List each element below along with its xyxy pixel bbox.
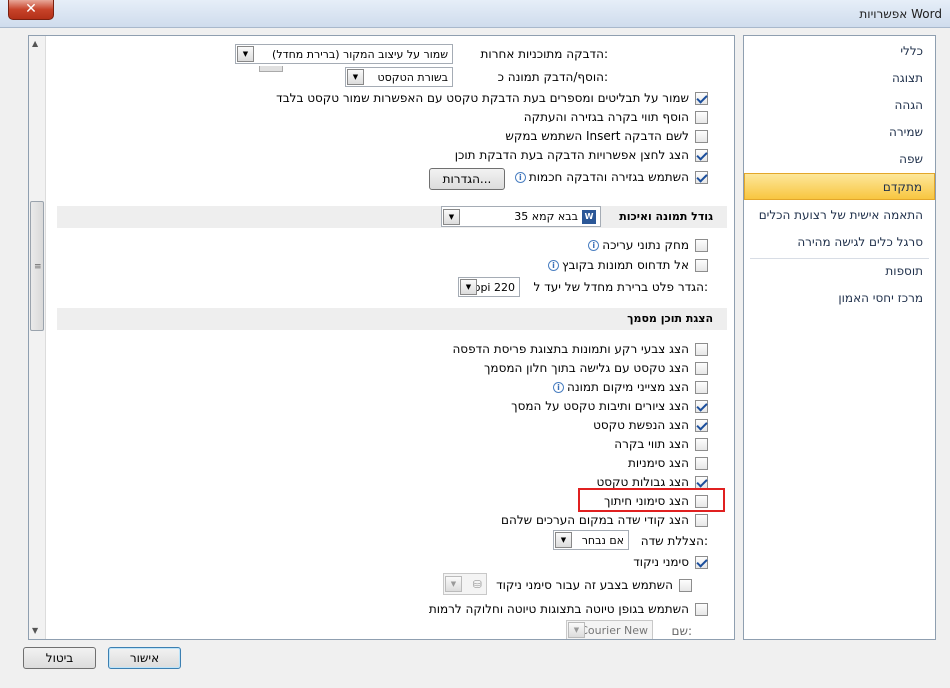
close-button[interactable]: ✕ <box>8 0 54 20</box>
clipped-control <box>259 66 283 72</box>
scroll-up-icon[interactable]: ▲ <box>32 39 38 48</box>
checkbox[interactable] <box>695 399 708 413</box>
sidebar-item-addins[interactable]: תוספות <box>744 258 935 285</box>
checkbox[interactable] <box>695 238 708 252</box>
checkbox[interactable] <box>695 361 708 375</box>
grip-icon: ≡ <box>34 262 42 272</box>
ok-button[interactable]: אישור <box>108 647 181 669</box>
no-compress-option[interactable]: אל תדחוס תמונות בקובץ i <box>547 256 708 274</box>
checkbox[interactable] <box>695 555 708 569</box>
paste-other-programs-label: הדבקה מתוכניות אחרות: <box>480 47 608 61</box>
insert-key-option[interactable]: השתמש במקש Insert לשם הדבקה <box>505 127 708 145</box>
text-wrap-option[interactable]: הצג טקסט עם גלישה בתוך חלון המסמך <box>484 359 708 377</box>
advanced-options-panel: ▲ ≡ ▼ הדבקה מתוכניות אחרות: שמור על עיצו… <box>28 35 735 640</box>
word-document-icon: W <box>582 209 596 224</box>
sidebar-item-proofing[interactable]: הגהה <box>744 92 935 119</box>
checkbox[interactable] <box>695 475 708 489</box>
discard-editing-option[interactable]: מחק נתוני עריכה i <box>588 236 708 254</box>
chevron-down-icon: ▼ <box>555 532 572 548</box>
checkbox[interactable] <box>695 342 708 356</box>
target-output-label: הגדר פלט ברירת מחדל של יעד ל: <box>533 280 708 294</box>
sidebar-item-save[interactable]: שמירה <box>744 119 935 146</box>
checkbox[interactable] <box>695 91 708 105</box>
bookmarks-option[interactable]: הצג סימניות <box>628 454 708 472</box>
insert-picture-label: הוסף/הדבק תמונה כ: <box>497 70 608 84</box>
checkbox[interactable] <box>695 258 708 272</box>
annotation-highlight-box <box>578 488 725 512</box>
checkbox[interactable] <box>695 437 708 451</box>
sidebar-item-advanced[interactable]: מתקדם <box>744 173 935 200</box>
image-size-section-header: גודל תמונה ואיכות <box>57 206 727 228</box>
bg-colors-option[interactable]: הצג צבעי רקע ותמונות בתצוגת פריסת הדפסה <box>452 340 708 358</box>
vertical-scrollbar[interactable]: ▲ ≡ ▼ <box>29 36 46 639</box>
info-icon[interactable]: i <box>552 381 564 393</box>
sidebar-item-customize-ribbon[interactable]: התאמה אישית של רצועת הכלים <box>744 202 935 229</box>
chevron-down-icon: ▼ <box>445 576 462 592</box>
close-icon: ✕ <box>25 1 37 17</box>
chevron-down-icon: ▼ <box>568 622 585 638</box>
chevron-down-icon: ▼ <box>347 69 364 85</box>
control-chars-option[interactable]: הצג תווי בקרה <box>614 435 708 453</box>
window-title: אפשרויות Word <box>859 7 942 21</box>
insert-picture-select[interactable]: בשורת הטקסט ▼ <box>345 67 453 87</box>
title-bar: ✕ אפשרויות Word <box>0 0 950 28</box>
checkbox[interactable] <box>695 148 708 162</box>
options-sidebar: כללי תצוגה הגהה שמירה שפה מתקדם התאמה אי… <box>743 35 936 640</box>
chevron-down-icon: ▼ <box>460 279 477 295</box>
show-paste-options-option[interactable]: הצג לחצן אפשרויות הדבקה בעת הדבקת תוכן <box>455 146 708 164</box>
info-icon[interactable]: i <box>588 239 600 251</box>
checkbox[interactable] <box>695 418 708 432</box>
draft-font-option[interactable]: השתמש בגופן טיוטה בתצוגות טיוטה וחלוקה ל… <box>429 600 708 618</box>
doc-content-section-header: הצגת תוכן מסמך <box>57 308 727 330</box>
nikud-marks-option[interactable]: סימני ניקוד <box>633 553 708 571</box>
add-clipboard-option[interactable]: הוסף תווי בקרה בגזירה והעתקה <box>524 108 708 126</box>
font-name-label: שם: <box>671 624 692 638</box>
checkbox[interactable] <box>695 129 708 143</box>
checkbox[interactable] <box>695 602 708 616</box>
target-output-select[interactable]: 220 ppi▼ <box>458 277 520 297</box>
sidebar-item-trust-center[interactable]: מרכז יחסי האמון <box>744 285 935 312</box>
checkbox[interactable] <box>695 513 708 527</box>
keep-bullets-option[interactable]: שמור על תבליטים ומספרים בעת הדבקת טקסט ע… <box>276 89 708 107</box>
image-document-select[interactable]: W בבא קמא 35 ▼ <box>441 206 601 227</box>
field-codes-option[interactable]: הצג קודי שדה במקום הערכים שלהם <box>501 511 708 529</box>
checkbox[interactable] <box>695 380 708 394</box>
chevron-down-icon: ▼ <box>237 46 254 62</box>
drawings-option[interactable]: הצג ציורים ותיבות טקסט על המסך <box>511 397 708 415</box>
info-icon[interactable]: i <box>514 171 526 183</box>
checkbox[interactable] <box>695 456 708 470</box>
scroll-down-icon[interactable]: ▼ <box>32 626 38 635</box>
info-icon[interactable]: i <box>547 259 559 271</box>
paint-bucket-icon: ⛁ <box>472 577 482 591</box>
smart-cut-settings-button[interactable]: הגדרות... <box>429 168 505 190</box>
smart-cut-option[interactable]: השתמש בגזירה והדבקה חכמות i <box>514 168 708 186</box>
scroll-thumb[interactable]: ≡ <box>30 201 44 331</box>
nikud-color-option[interactable]: השתמש בצבע זה עבור סימני ניקוד <box>496 576 692 594</box>
nikud-color-picker[interactable]: ⛁ ▼ <box>443 573 487 595</box>
checkbox[interactable] <box>695 170 708 184</box>
checkbox[interactable] <box>679 578 692 592</box>
draft-font-select[interactable]: Courier New ▼ <box>566 620 653 639</box>
sidebar-item-language[interactable]: שפה <box>744 146 935 173</box>
cancel-button[interactable]: ביטול <box>23 647 96 669</box>
field-shading-label: הצללת שדה: <box>640 534 708 548</box>
chevron-down-icon: ▼ <box>443 208 460 225</box>
sidebar-item-quick-access[interactable]: סרגל כלים לגישה מהירה <box>744 229 935 256</box>
picture-placeholders-option[interactable]: הצג מצייני מיקום תמונה i <box>552 378 708 396</box>
sidebar-item-general[interactable]: כללי <box>744 38 935 65</box>
paste-other-programs-select[interactable]: שמור על עיצוב המקור (ברירת מחדל) ▼ <box>235 44 453 64</box>
sidebar-item-display[interactable]: תצוגה <box>744 65 935 92</box>
checkbox[interactable] <box>695 110 708 124</box>
text-animation-option[interactable]: הצג הנפשת טקסט <box>593 416 708 434</box>
field-shading-select[interactable]: אם נבחר ▼ <box>553 530 629 550</box>
